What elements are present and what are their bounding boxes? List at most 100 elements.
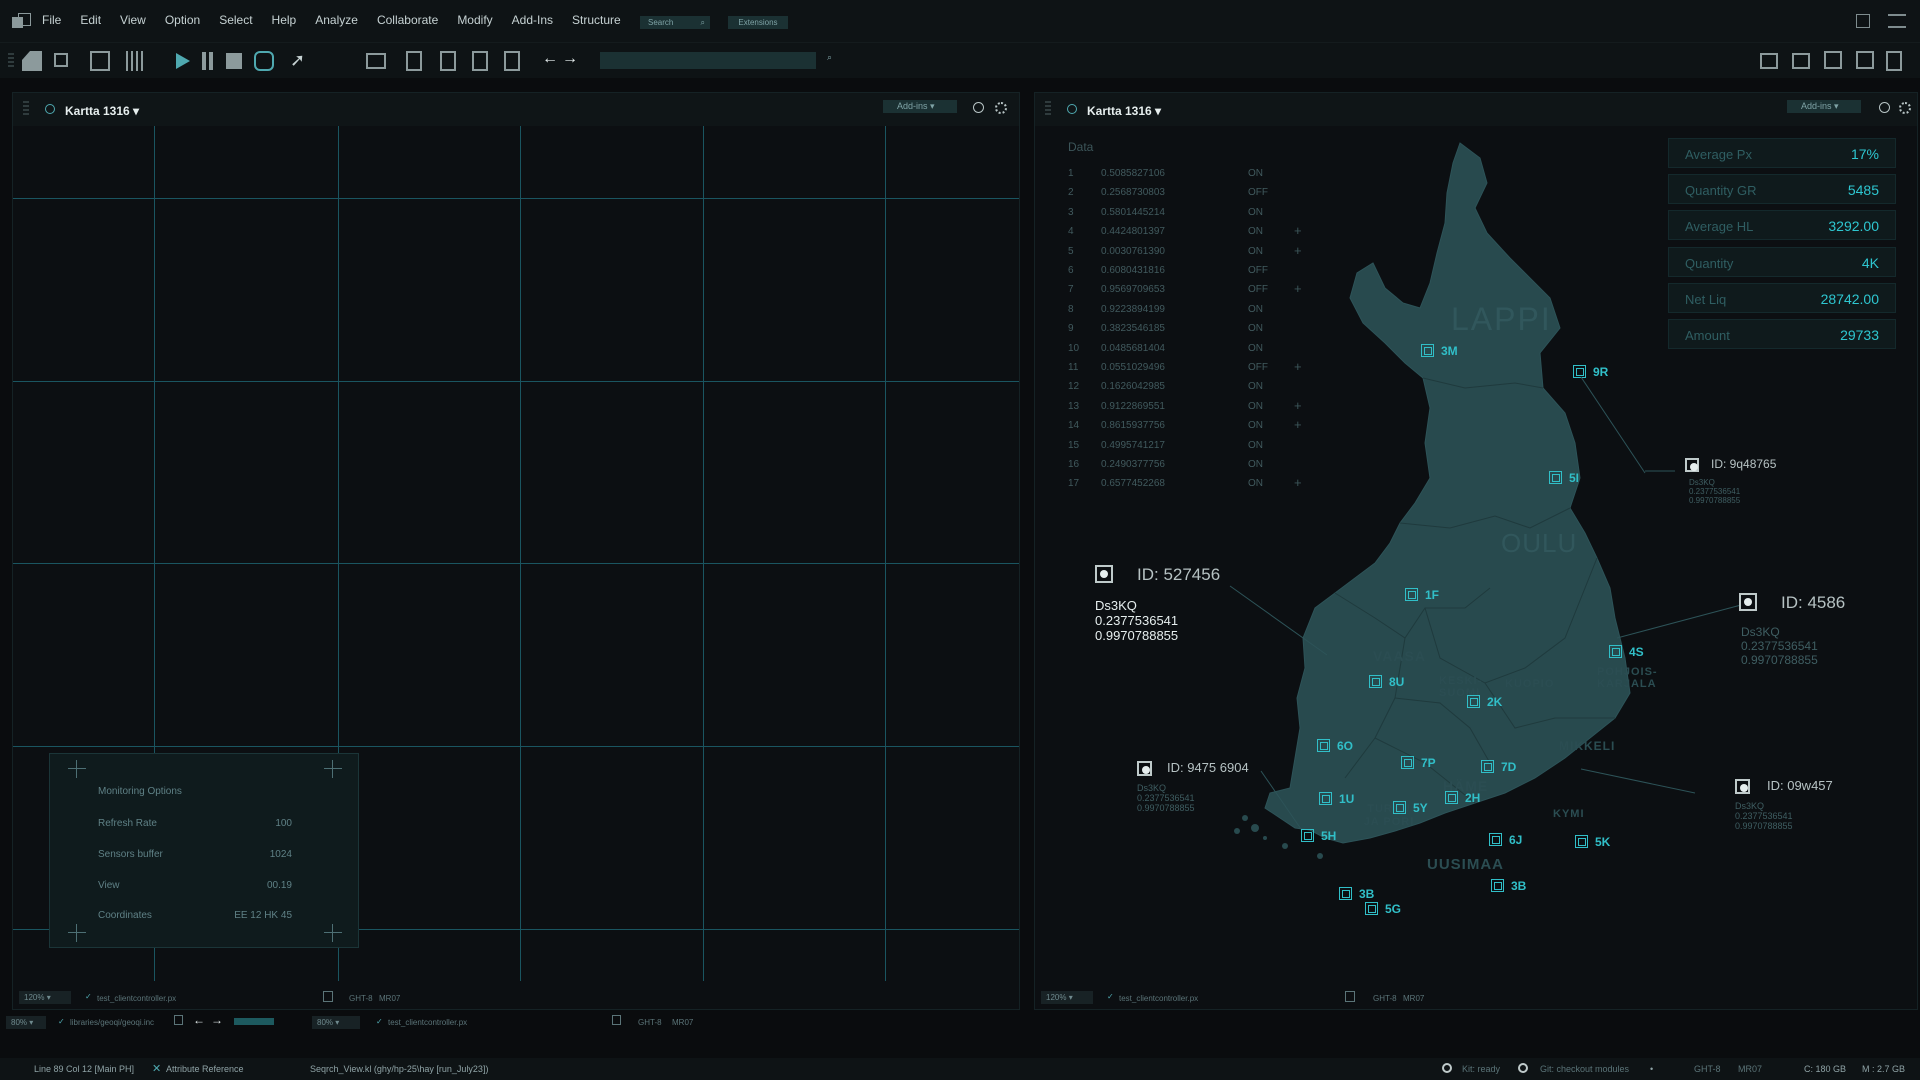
close-icon[interactable]: ✕ bbox=[152, 1062, 161, 1075]
menu-select[interactable]: Select bbox=[219, 13, 252, 27]
copy-icon[interactable] bbox=[1345, 991, 1355, 1002]
zoom-select[interactable]: 80% ▾ bbox=[312, 1016, 360, 1029]
menu-file[interactable]: File bbox=[42, 13, 61, 27]
attribute-reference[interactable]: Attribute Reference bbox=[166, 1064, 244, 1074]
add-icon[interactable]: + bbox=[1294, 398, 1302, 413]
file-path[interactable]: Seqrch_View.kl (ghy/hp-25\hay [run_July2… bbox=[310, 1064, 488, 1074]
toolbar-search-input[interactable] bbox=[600, 52, 816, 69]
addins-button[interactable]: Add-ins ▾ bbox=[883, 100, 957, 113]
extensions-button[interactable]: Extensions bbox=[728, 16, 788, 29]
data-table-row[interactable]: 8 0.9223894199 ON bbox=[1068, 304, 1298, 323]
menu-help[interactable]: Help bbox=[272, 13, 297, 27]
menu-search-box[interactable]: Search ⌕ bbox=[640, 16, 710, 29]
copy-icon[interactable] bbox=[406, 51, 422, 71]
menu-edit[interactable]: Edit bbox=[80, 13, 101, 27]
menu-modify[interactable]: Modify bbox=[457, 13, 492, 27]
monitor-row-view[interactable]: View 00.19 bbox=[98, 880, 292, 891]
stat-card[interactable]: Quantity 4K bbox=[1668, 247, 1896, 277]
new-document-icon[interactable] bbox=[504, 51, 520, 71]
data-table-row[interactable]: 3 0.5801445214 ON bbox=[1068, 207, 1298, 226]
data-table-row[interactable]: 10 0.0485681404 ON bbox=[1068, 343, 1298, 362]
target-icon[interactable] bbox=[1685, 458, 1699, 472]
export-icon[interactable] bbox=[472, 51, 488, 71]
search-icon[interactable] bbox=[45, 104, 55, 114]
zoom-select[interactable]: 120% ▾ bbox=[1041, 991, 1093, 1004]
upload-icon[interactable] bbox=[1792, 53, 1810, 69]
target-icon[interactable] bbox=[1137, 761, 1152, 776]
new-layer-icon[interactable] bbox=[22, 51, 42, 71]
import-icon[interactable] bbox=[440, 51, 456, 71]
toolbar-grip-icon[interactable] bbox=[8, 53, 14, 69]
kit-status[interactable]: Kit: ready bbox=[1462, 1064, 1500, 1074]
target-icon[interactable] bbox=[1739, 593, 1757, 611]
data-table-row[interactable]: 15 0.4995741217 ON bbox=[1068, 440, 1298, 459]
menu-analyze[interactable]: Analyze bbox=[315, 13, 358, 27]
sync-icon[interactable] bbox=[254, 51, 274, 71]
pause-icon-left[interactable] bbox=[202, 52, 206, 70]
menu-structure[interactable]: Structure bbox=[572, 13, 621, 27]
remove-panel-icon[interactable] bbox=[1856, 51, 1874, 69]
monitor-row-sensors[interactable]: Sensors buffer 1024 bbox=[98, 849, 292, 860]
stat-card[interactable]: Quantity GR 5485 bbox=[1668, 174, 1896, 204]
menu-addins[interactable]: Add-Ins bbox=[512, 13, 553, 27]
stat-card[interactable]: Net Liq 28742.00 bbox=[1668, 283, 1896, 313]
library-path[interactable]: libraries/geoqi/geoqi.inc bbox=[70, 1018, 154, 1027]
copy-icon[interactable] bbox=[612, 1015, 621, 1025]
search-icon[interactable] bbox=[973, 102, 984, 113]
monitor-row-refresh[interactable]: Refresh Rate 100 bbox=[98, 818, 292, 829]
copy-icon[interactable] bbox=[323, 991, 333, 1002]
window-menu-icon[interactable] bbox=[1888, 14, 1906, 28]
data-table-row[interactable]: 12 0.1626042985 ON bbox=[1068, 381, 1298, 400]
back-arrow-icon[interactable]: ← bbox=[542, 50, 558, 68]
gear-icon[interactable] bbox=[995, 102, 1007, 114]
app-logo-icon[interactable] bbox=[12, 13, 31, 29]
add-icon[interactable]: + bbox=[1294, 475, 1302, 490]
back-arrow-icon[interactable]: ← bbox=[193, 1013, 205, 1027]
git-status[interactable]: Git: checkout modules bbox=[1540, 1064, 1629, 1074]
target-icon[interactable] bbox=[1735, 779, 1750, 794]
data-table-row[interactable]: 2 0.2568730803 OFF bbox=[1068, 187, 1298, 206]
data-table-row[interactable]: 16 0.2490377756 ON bbox=[1068, 459, 1298, 478]
trash-icon[interactable] bbox=[1886, 51, 1902, 71]
add-icon[interactable]: + bbox=[1294, 223, 1302, 238]
equalizer-icon[interactable] bbox=[126, 51, 146, 71]
target-icon[interactable] bbox=[1095, 565, 1113, 583]
file-name[interactable]: test_clientcontroller.px bbox=[1119, 994, 1198, 1003]
panel-title[interactable]: Kartta 1316 ▾ bbox=[65, 104, 139, 118]
data-table-row[interactable]: 6 0.6080431816 OFF bbox=[1068, 265, 1298, 284]
add-icon[interactable]: + bbox=[1294, 417, 1302, 432]
window-dropdown-icon[interactable] bbox=[1856, 14, 1870, 28]
play-icon[interactable] bbox=[176, 53, 190, 69]
cursor-position[interactable]: Line 89 Col 12 [Main PH] bbox=[34, 1064, 134, 1074]
data-table-row[interactable]: 13 0.9122869551 ON + bbox=[1068, 398, 1302, 420]
pause-icon-right[interactable] bbox=[209, 52, 213, 70]
data-table-row[interactable]: 14 0.8615937756 ON + bbox=[1068, 417, 1302, 439]
file-name[interactable]: test_clientcontroller.px bbox=[97, 994, 176, 1003]
data-table-row[interactable]: 11 0.0551029496 OFF + bbox=[1068, 359, 1302, 381]
data-table-row[interactable]: 9 0.3823546185 ON bbox=[1068, 323, 1298, 342]
download-icon[interactable] bbox=[1760, 53, 1778, 69]
data-table-row[interactable]: 7 0.9569709653 OFF + bbox=[1068, 281, 1302, 303]
stop-icon[interactable] bbox=[226, 53, 242, 69]
data-table-row[interactable]: 17 0.6577452268 ON + bbox=[1068, 475, 1302, 497]
file-name[interactable]: test_clientcontroller.px bbox=[388, 1018, 467, 1027]
stat-card[interactable]: Average HL 3292.00 bbox=[1668, 210, 1896, 240]
copy-icon[interactable] bbox=[174, 1015, 183, 1025]
forward-arrow-icon[interactable]: → bbox=[211, 1013, 223, 1027]
save-icon[interactable] bbox=[90, 51, 110, 71]
menu-view[interactable]: View bbox=[120, 13, 146, 27]
menu-collaborate[interactable]: Collaborate bbox=[377, 13, 438, 27]
pointer-icon[interactable]: ➚ bbox=[290, 51, 305, 69]
menu-option[interactable]: Option bbox=[165, 13, 200, 27]
data-table-row[interactable]: 1 0.5085827106 ON bbox=[1068, 168, 1298, 187]
layer-properties-icon[interactable] bbox=[54, 53, 68, 67]
data-table-row[interactable]: 4 0.4424801397 ON + bbox=[1068, 223, 1302, 245]
window-layout-icon[interactable] bbox=[366, 53, 386, 69]
stat-card[interactable]: Amount 29733 bbox=[1668, 319, 1896, 349]
zoom-select[interactable]: 80% ▾ bbox=[6, 1016, 46, 1029]
add-icon[interactable]: + bbox=[1294, 243, 1302, 258]
add-icon[interactable]: + bbox=[1294, 281, 1302, 296]
search-icon[interactable]: ⌕ bbox=[827, 52, 832, 63]
panel-grip-icon[interactable] bbox=[23, 101, 29, 117]
stat-card[interactable]: Average Px 17% bbox=[1668, 138, 1896, 168]
